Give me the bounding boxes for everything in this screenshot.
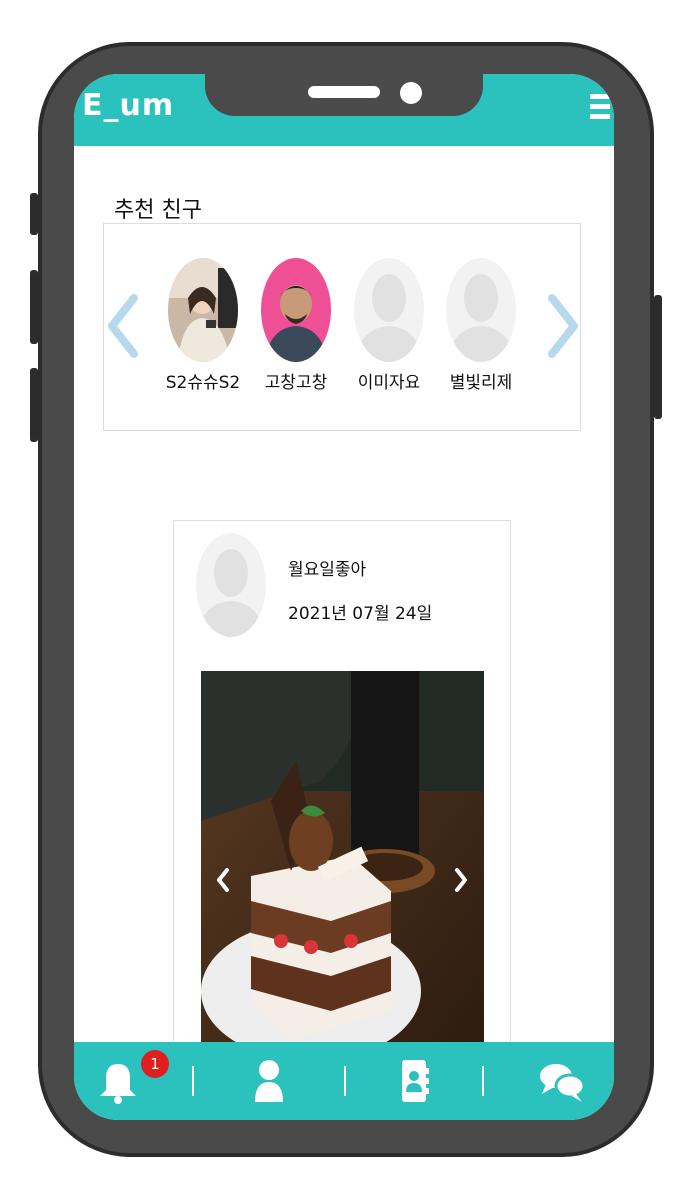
post-username[interactable]: 월요일좋아 (288, 555, 366, 580)
photo-prev-icon[interactable] (215, 867, 231, 893)
phone-side-button (30, 193, 38, 235)
phone-volume-up-button (30, 270, 38, 344)
phone-power-button (654, 295, 662, 419)
friend-avatar (168, 258, 238, 362)
nav-divider (344, 1066, 346, 1096)
friend-name: 별빛리제 (449, 373, 513, 393)
contact-book-icon (402, 1060, 429, 1102)
app-screen: E_um 추천 친구 S2슈슈S2 고창고창 이미자요 별빛리제 월요일좋아 2… (74, 74, 614, 1120)
friend-avatar (261, 258, 331, 362)
default-avatar-icon[interactable] (196, 533, 266, 637)
chat-bubbles-icon (540, 1064, 586, 1102)
phone-volume-down-button (30, 368, 38, 442)
friends-carousel: S2슈슈S2 고창고창 이미자요 별빛리제 (103, 223, 581, 431)
friend-name: S2슈슈S2 (165, 373, 241, 393)
post-card: 월요일좋아 2021년 07월 24일 (173, 520, 511, 1120)
friend-card[interactable]: 별빛리제 (436, 258, 526, 393)
nav-chat[interactable] (532, 1056, 592, 1106)
friend-card[interactable]: 이미자요 (344, 258, 434, 393)
nav-profile[interactable] (239, 1056, 299, 1106)
default-avatar-icon (446, 258, 516, 362)
menu-icon[interactable] (590, 94, 610, 120)
app-logo[interactable]: E_um (82, 88, 174, 123)
default-avatar-icon (354, 258, 424, 362)
post-photo[interactable] (201, 671, 484, 1051)
chevron-left-icon[interactable] (106, 294, 142, 358)
friend-card[interactable]: S2슈슈S2 (158, 258, 248, 393)
bottom-nav: 1 (74, 1042, 614, 1120)
front-camera (400, 82, 422, 104)
photo-next-icon[interactable] (453, 867, 469, 893)
friend-card[interactable]: 고창고창 (251, 258, 341, 393)
post-date: 2021년 07월 24일 (288, 604, 433, 624)
nav-divider (192, 1066, 194, 1096)
nav-notifications[interactable]: 1 (88, 1050, 169, 1106)
chevron-right-icon[interactable] (544, 294, 580, 358)
phone-notch (205, 74, 483, 116)
nav-divider (482, 1066, 484, 1096)
nav-contacts[interactable] (384, 1056, 444, 1106)
person-icon (255, 1060, 283, 1102)
friend-name: 이미자요 (357, 373, 421, 393)
recommend-title: 추천 친구 (114, 198, 202, 223)
notification-badge: 1 (141, 1050, 169, 1078)
friend-name: 고창고창 (264, 373, 328, 393)
speaker-grill (308, 86, 380, 98)
bell-icon (100, 1064, 136, 1104)
